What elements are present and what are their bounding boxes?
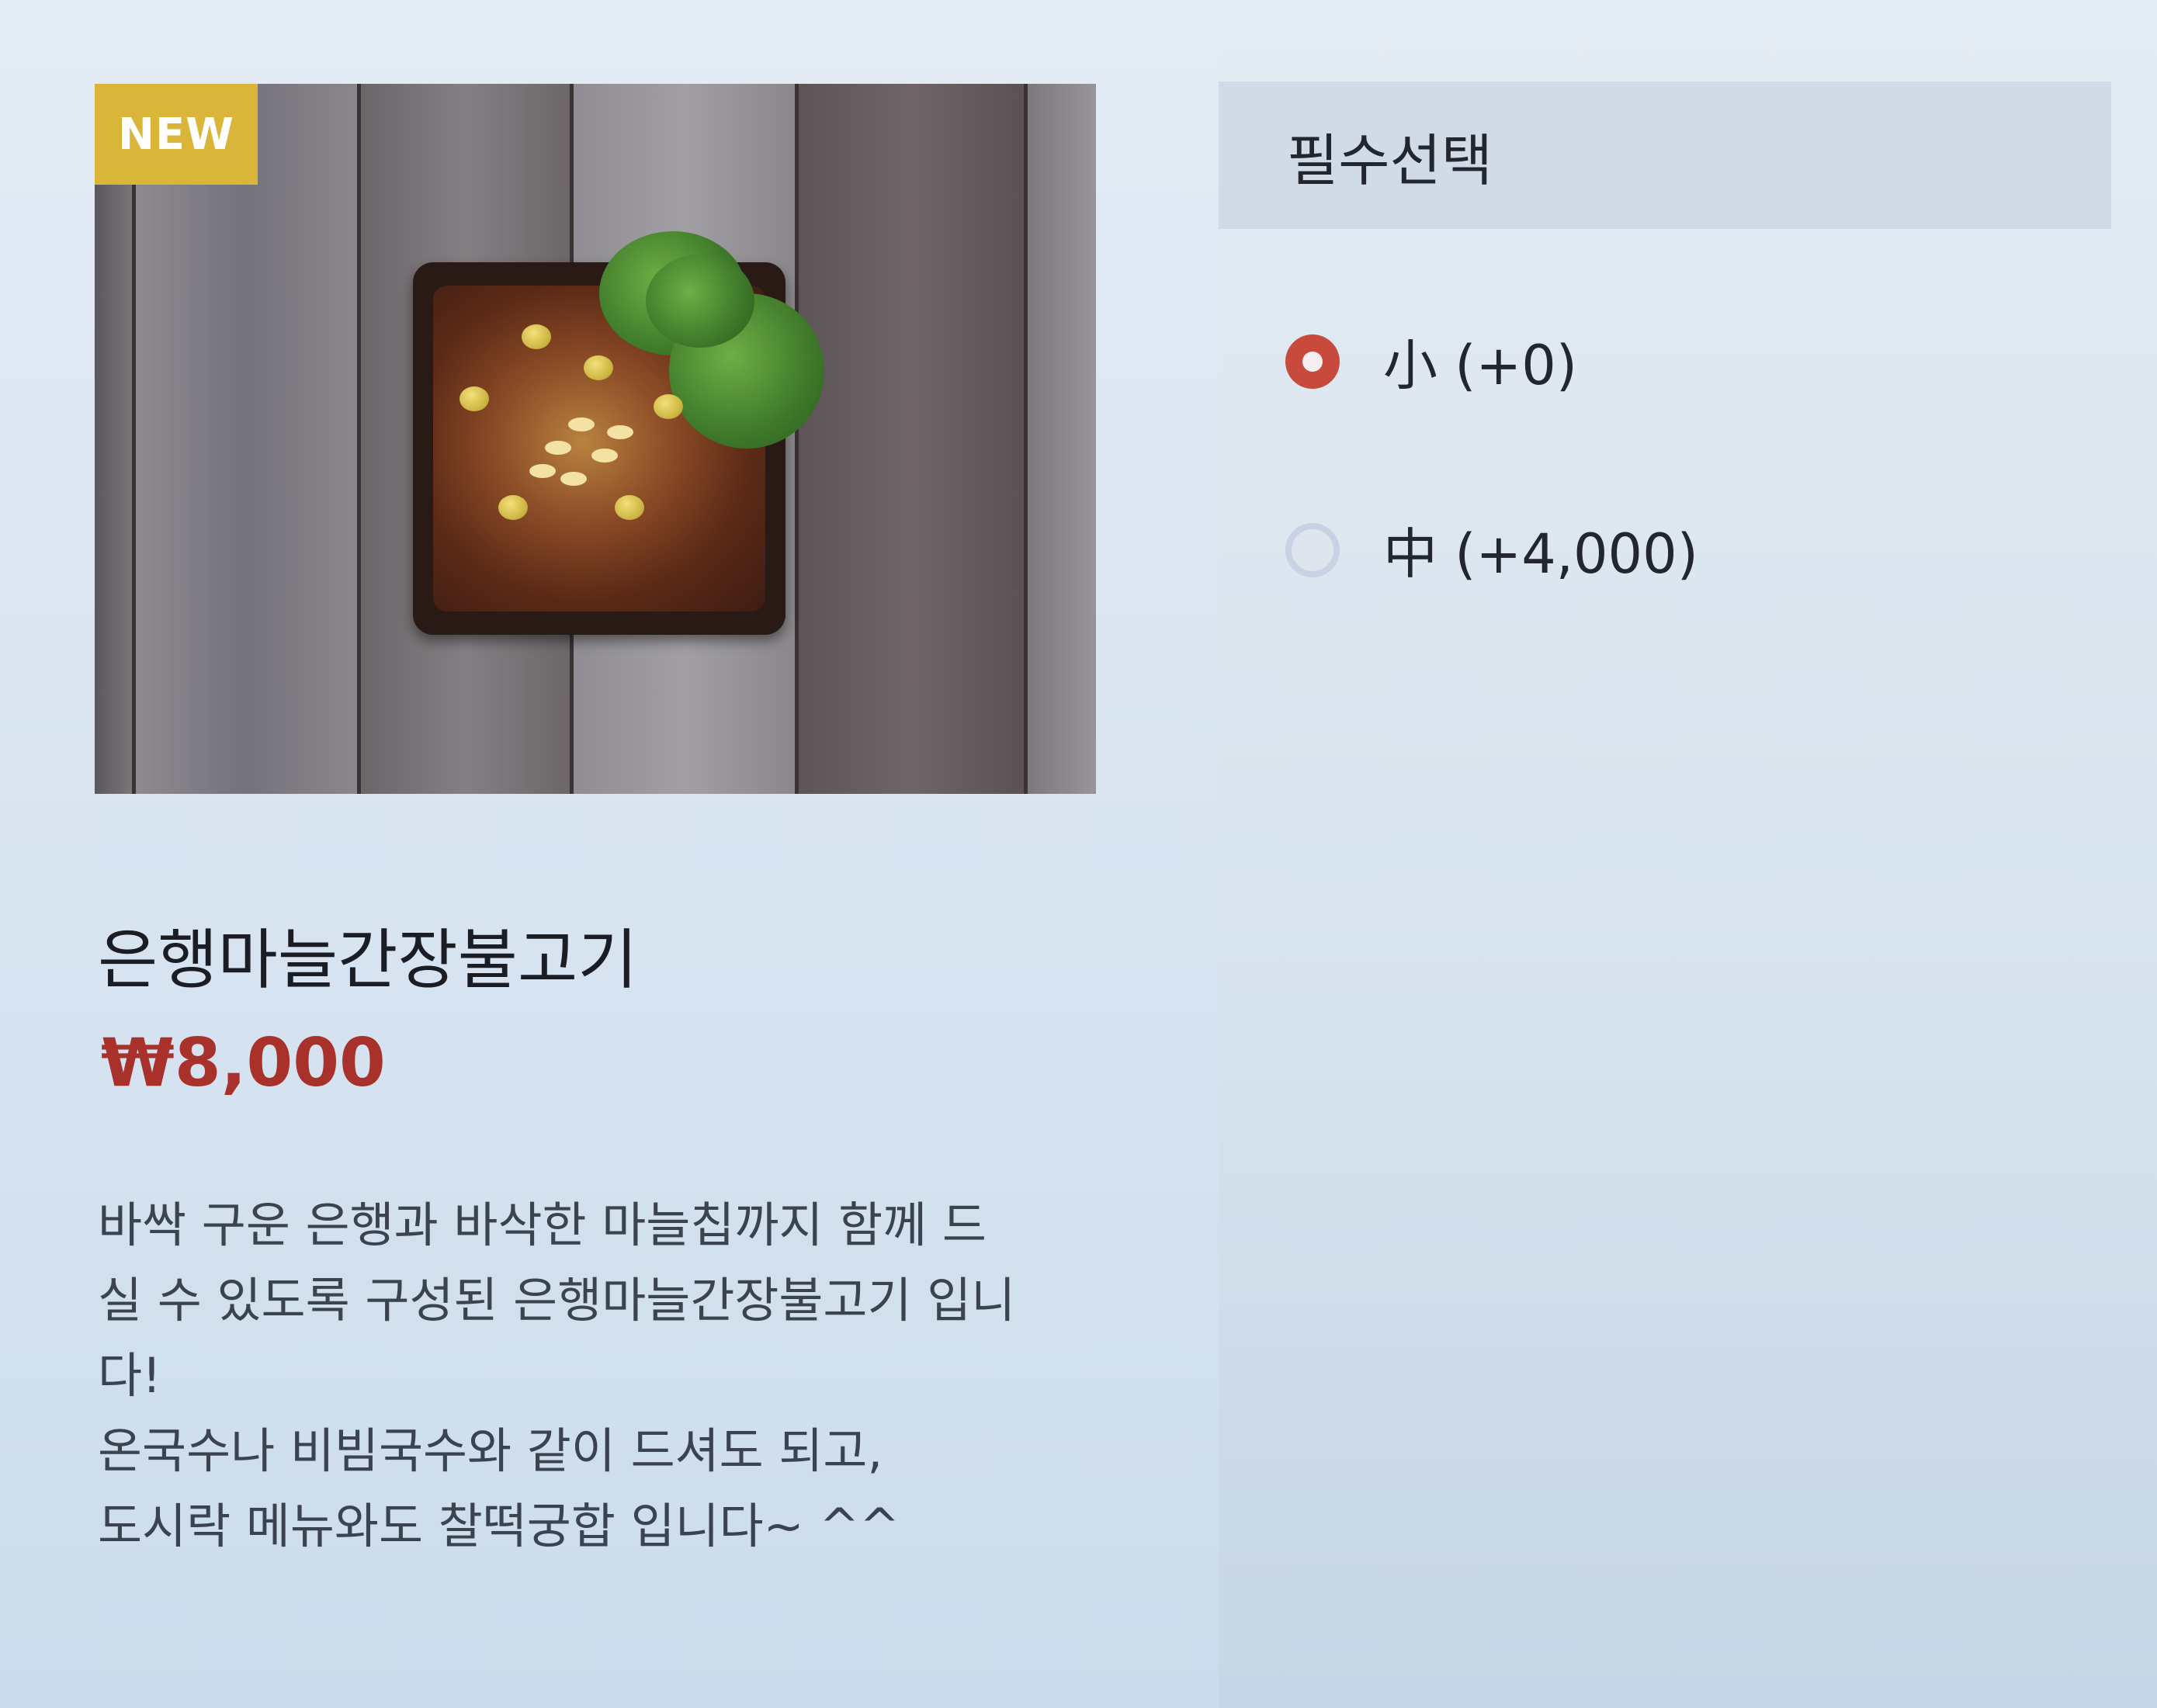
required-options-header: 필수선택 bbox=[1219, 81, 2111, 229]
option-small-label: 小 (+0) bbox=[1383, 334, 1578, 397]
description-line: 다! bbox=[98, 1347, 161, 1404]
product-price: ₩8,000 bbox=[101, 1024, 386, 1102]
description-line: 바싹 구운 은행과 바삭한 마늘칩까지 함께 드 bbox=[98, 1197, 987, 1253]
description-line: 온국수나 비빔국수와 같이 드셔도 되고, bbox=[98, 1422, 883, 1479]
options-panel: 필수선택 小 (+0) 中 (+4,000) bbox=[1219, 0, 2157, 1708]
option-small[interactable]: 小 (+0) bbox=[1285, 322, 1577, 400]
product-info-panel: NEW 은행마늘간장불고기 ₩8,000 바싹 구운 은행과 바삭한 마늘칩까지… bbox=[0, 0, 1219, 1708]
option-medium[interactable]: 中 (+4,000) bbox=[1285, 511, 1698, 589]
options-title: 필수선택 bbox=[1287, 127, 1493, 193]
product-name: 은행마늘간장불고기 bbox=[98, 922, 638, 998]
product-image: NEW bbox=[95, 84, 1096, 794]
product-detail-page: NEW 은행마늘간장불고기 ₩8,000 바싹 구운 은행과 바삭한 마늘칩까지… bbox=[0, 0, 2157, 1708]
radio-button-selected[interactable] bbox=[1285, 334, 1340, 389]
description-line: 도시락 메뉴와도 찰떡궁합 입니다~ ^^ bbox=[98, 1498, 900, 1554]
food-plate bbox=[413, 231, 824, 635]
product-description: 바싹 구운 은행과 바삭한 마늘칩까지 함께 드 실 수 있도록 구성된 은행마… bbox=[98, 1187, 1122, 1564]
radio-button-unselected[interactable] bbox=[1285, 522, 1340, 577]
description-line: 실 수 있도록 구성된 은행마늘간장불고기 입니 bbox=[98, 1272, 1016, 1329]
new-badge: NEW bbox=[95, 84, 258, 185]
option-medium-label: 中 (+4,000) bbox=[1383, 522, 1698, 586]
